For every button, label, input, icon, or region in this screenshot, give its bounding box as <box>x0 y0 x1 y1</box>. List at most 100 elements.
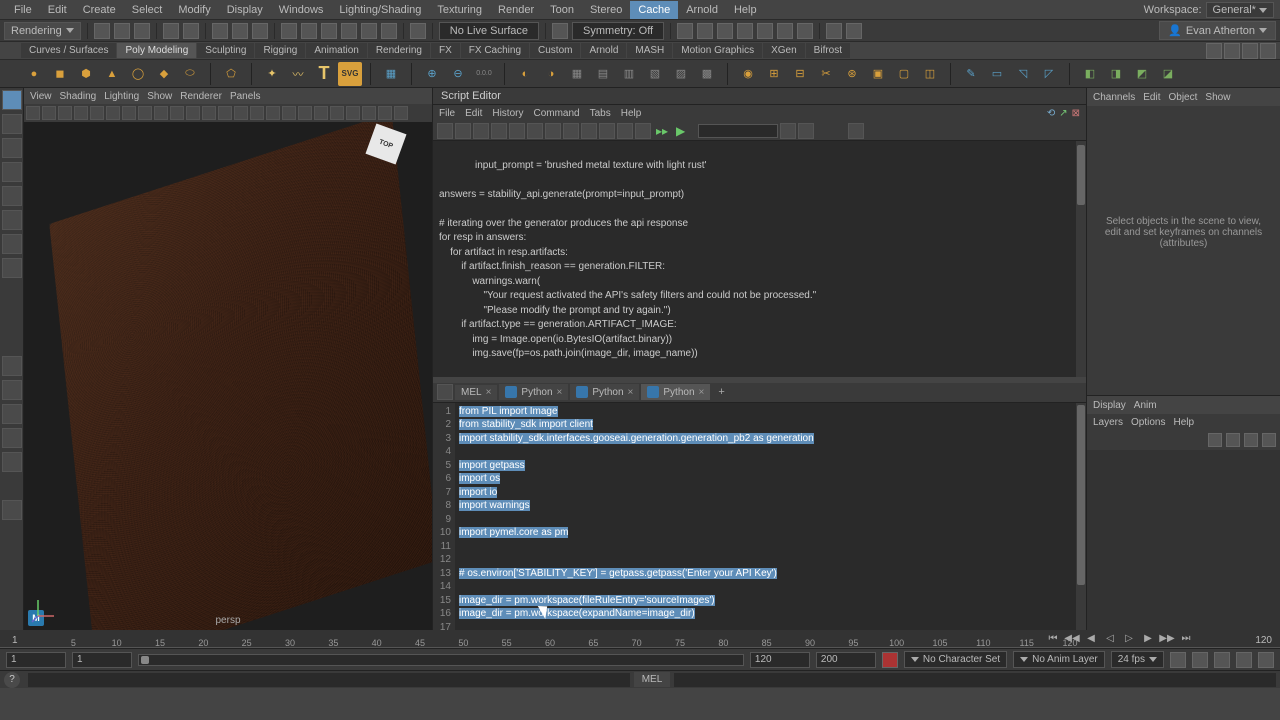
type-tool-icon[interactable]: T <box>312 62 336 86</box>
subdivide-icon[interactable]: ⊞ <box>762 62 786 86</box>
shelf-tab-arnold[interactable]: Arnold <box>581 43 626 58</box>
snap-surface-icon[interactable] <box>361 23 377 39</box>
se-menu-command[interactable]: Command <box>533 108 579 119</box>
new-scene-icon[interactable] <box>94 23 110 39</box>
vp-shaded-icon[interactable] <box>218 106 232 120</box>
shelf-tab-motion[interactable]: Motion Graphics <box>673 43 762 58</box>
shelf-tab-rendering[interactable]: Rendering <box>368 43 430 58</box>
menu-help[interactable]: Help <box>726 1 765 19</box>
svg-tool-icon[interactable]: SVG <box>338 62 362 86</box>
select-mode-icon[interactable] <box>212 23 228 39</box>
render-settings-icon[interactable] <box>737 23 753 39</box>
shelf-tab-fx[interactable]: FX <box>431 43 460 58</box>
se-load-icon[interactable] <box>437 123 453 139</box>
soft-select-tool[interactable] <box>2 234 22 254</box>
menu-cache[interactable]: Cache <box>630 1 678 19</box>
menu-edit[interactable]: Edit <box>40 1 75 19</box>
lasso-icon[interactable] <box>232 23 248 39</box>
snap-point-icon[interactable] <box>321 23 337 39</box>
rp-bmenu-help[interactable]: Help <box>1173 417 1194 428</box>
bridge-icon[interactable]: ◑ <box>539 62 563 86</box>
go-end-icon[interactable]: ⏭ <box>1178 630 1194 646</box>
layout-two-icon[interactable] <box>2 404 22 424</box>
collapse-icon[interactable]: ▧ <box>643 62 667 86</box>
polycylinder-icon[interactable]: ⬢ <box>74 62 98 86</box>
vp-gamma-icon[interactable] <box>394 106 408 120</box>
separate-icon[interactable]: ⊖ <box>446 62 470 86</box>
vp-bookmark-icon[interactable] <box>42 106 56 120</box>
menu-file[interactable]: File <box>6 1 40 19</box>
script-input[interactable]: 123456789101112131415161718192021222324 … <box>433 403 1086 631</box>
command-input[interactable] <box>28 673 630 687</box>
se-show-input-icon[interactable] <box>581 123 597 139</box>
vp-menu-show[interactable]: Show <box>147 91 172 102</box>
edge-loop-icon[interactable]: ▣ <box>866 62 890 86</box>
snap-curve-icon[interactable] <box>301 23 317 39</box>
vp-motion-blur-icon[interactable] <box>314 106 328 120</box>
vp-safe-action-icon[interactable] <box>170 106 184 120</box>
vp-select-cam-icon[interactable] <box>26 106 40 120</box>
last-tool[interactable] <box>2 210 22 230</box>
menu-render[interactable]: Render <box>490 1 542 19</box>
output-scrollbar[interactable] <box>1076 141 1086 377</box>
live-surface-icon[interactable] <box>381 23 397 39</box>
hypershade-icon[interactable] <box>757 23 773 39</box>
se-minimize-icon[interactable]: ⟲ <box>1047 108 1055 119</box>
close-tab-icon[interactable]: × <box>557 387 563 398</box>
layout-stacked-icon[interactable] <box>2 428 22 448</box>
multicut-icon[interactable]: ✂ <box>814 62 838 86</box>
symmetry-status[interactable]: Symmetry: Off <box>572 22 664 40</box>
se-show-history-icon[interactable] <box>563 123 579 139</box>
step-fwd-icon[interactable]: ▶ <box>1140 630 1156 646</box>
range-end-field[interactable]: 200 <box>816 652 876 668</box>
se-save-icon[interactable] <box>473 123 489 139</box>
scale-tool[interactable] <box>2 186 22 206</box>
vp-res-gate-icon[interactable] <box>122 106 136 120</box>
se-source-icon[interactable] <box>455 123 471 139</box>
se-save-to-shelf-icon[interactable] <box>491 123 507 139</box>
input-scrollbar[interactable] <box>1076 403 1086 631</box>
snap-grid-icon[interactable] <box>281 23 297 39</box>
fill-hole-icon[interactable]: ▤ <box>591 62 615 86</box>
vp-aa-icon[interactable] <box>298 106 312 120</box>
playback-end-field[interactable]: 120 <box>750 652 810 668</box>
shelf-tab-poly[interactable]: Poly Modeling <box>117 43 196 58</box>
viewport-3d[interactable]: TOP persp M <box>24 122 432 630</box>
se-clear-history-icon[interactable] <box>509 123 525 139</box>
select-tool[interactable] <box>2 90 22 110</box>
shelf-tab-sculpting[interactable]: Sculpting <box>197 43 254 58</box>
vp-joint-xray-icon[interactable] <box>362 106 376 120</box>
vp-exposure-icon[interactable] <box>378 106 392 120</box>
playback-prefs-icon[interactable] <box>1192 652 1208 668</box>
ipr-icon[interactable] <box>697 23 713 39</box>
rp-bmenu-options[interactable]: Options <box>1131 417 1165 428</box>
se-search-input[interactable] <box>698 124 778 138</box>
playblast-icon[interactable] <box>826 23 842 39</box>
snap-plane-icon[interactable] <box>341 23 357 39</box>
offset-edge-icon[interactable]: ▢ <box>892 62 916 86</box>
code-area[interactable]: from PIL import Imagefrom stability_sdk … <box>455 403 1086 631</box>
rp-tab-show[interactable]: Show <box>1205 92 1230 103</box>
polysphere-icon[interactable]: ● <box>22 62 46 86</box>
se-goto-icon[interactable] <box>848 123 864 139</box>
rp-tab-edit[interactable]: Edit <box>1143 92 1160 103</box>
layer-add-icon[interactable] <box>1244 433 1258 447</box>
loop-icon[interactable] <box>1170 652 1186 668</box>
help-icon[interactable]: ? <box>4 672 20 688</box>
go-start-icon[interactable]: ⏮ <box>1045 630 1061 646</box>
quad-draw-icon[interactable]: ◫ <box>918 62 942 86</box>
play-back-icon[interactable]: ◁ <box>1102 630 1118 646</box>
vp-grid-icon[interactable] <box>90 106 104 120</box>
rp-btab-anim[interactable]: Anim <box>1134 400 1157 411</box>
se-search-down-icon[interactable] <box>780 123 796 139</box>
close-tab-icon[interactable]: × <box>628 387 634 398</box>
mirror-icon[interactable]: ⊟ <box>788 62 812 86</box>
sidebar-toggle-2-icon[interactable] <box>1224 43 1240 59</box>
custom-1-icon[interactable]: ◧ <box>1078 62 1102 86</box>
combine-icon[interactable]: ⊕ <box>420 62 444 86</box>
paint-select-icon[interactable] <box>252 23 268 39</box>
detach-icon[interactable]: ▩ <box>695 62 719 86</box>
next-key-icon[interactable]: ▶▶ <box>1159 630 1175 646</box>
connect-icon[interactable]: ▨ <box>669 62 693 86</box>
polycube-icon[interactable]: ◼ <box>48 62 72 86</box>
